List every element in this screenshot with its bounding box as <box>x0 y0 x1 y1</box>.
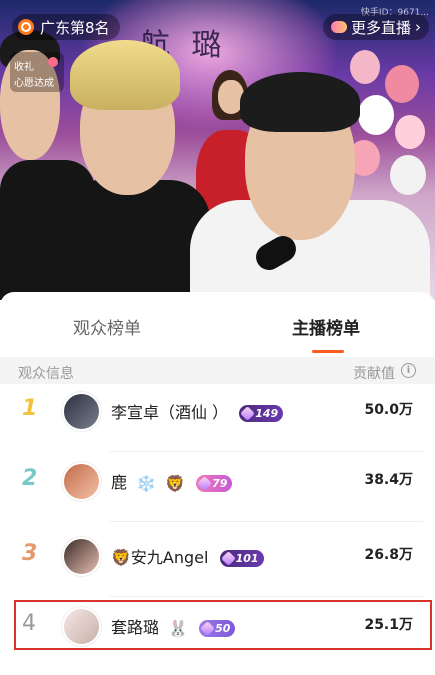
wish-widget[interactable]: 收礼 心愿达成 <box>10 52 64 92</box>
regional-rank-badge[interactable]: 广东第8名 <box>12 14 120 40</box>
contribution-value: 50.0万 <box>364 402 413 418</box>
user-name: 鹿 <box>111 473 128 492</box>
fan-level-badge: 149 <box>239 405 284 422</box>
snowflake-icon: ❄️ <box>136 474 157 493</box>
contribution-value: 26.8万 <box>364 547 413 563</box>
highlight-box <box>14 600 432 650</box>
rank-number: 2 <box>22 466 38 491</box>
lion-icon: 🦁 <box>165 474 186 493</box>
fan-level-badge: 79 <box>196 475 233 492</box>
ranking-panel: 观众榜单 主播榜单 观众信息 贡献值 i 1 李宣卓（酒仙 ） 149 50.0… <box>0 292 435 675</box>
user-name: 李宣卓（酒仙 ） <box>111 403 229 422</box>
rank-number: 1 <box>22 396 38 421</box>
user-name-row: 李宣卓（酒仙 ） 149 <box>111 399 284 423</box>
rank-icon <box>18 19 34 35</box>
live-icon <box>330 21 347 33</box>
fan-level-badge: 101 <box>219 550 264 567</box>
user-name-row: 🦁安九Angel 101 <box>111 544 264 568</box>
wish-line1: 收礼 <box>14 62 34 73</box>
more-live-label: 更多直播 <box>350 18 411 37</box>
wish-line2: 心愿达成 <box>14 78 54 89</box>
tab-audience-ranking[interactable]: 观众榜单 <box>73 314 141 339</box>
tab-anchor-ranking[interactable]: 主播榜单 <box>292 314 360 339</box>
gift-icon <box>48 57 58 67</box>
chevron-right-icon: › <box>415 18 421 36</box>
avatar[interactable] <box>62 537 101 576</box>
rank-label: 广东第8名 <box>40 18 110 37</box>
list-item[interactable]: 3 🦁安九Angel 101 26.8万 <box>0 517 435 597</box>
avatar[interactable] <box>62 392 101 431</box>
list-item[interactable]: 1 李宣卓（酒仙 ） 149 50.0万 <box>0 372 435 452</box>
rank-number: 3 <box>22 541 38 566</box>
more-live-button[interactable]: 更多直播 › <box>322 14 429 40</box>
user-name: 🦁安九Angel <box>111 548 209 567</box>
list-item[interactable]: 2 鹿 ❄️ 🦁 79 38.4万 <box>0 442 435 522</box>
contribution-value: 38.4万 <box>364 472 413 488</box>
active-tab-indicator <box>312 350 344 353</box>
user-name-row: 鹿 ❄️ 🦁 79 <box>111 469 233 493</box>
live-video: 航 璐 快手ID：9671... 广东第8名 更多直播 › 收礼 心愿达成 <box>0 0 435 300</box>
avatar[interactable] <box>62 462 101 501</box>
